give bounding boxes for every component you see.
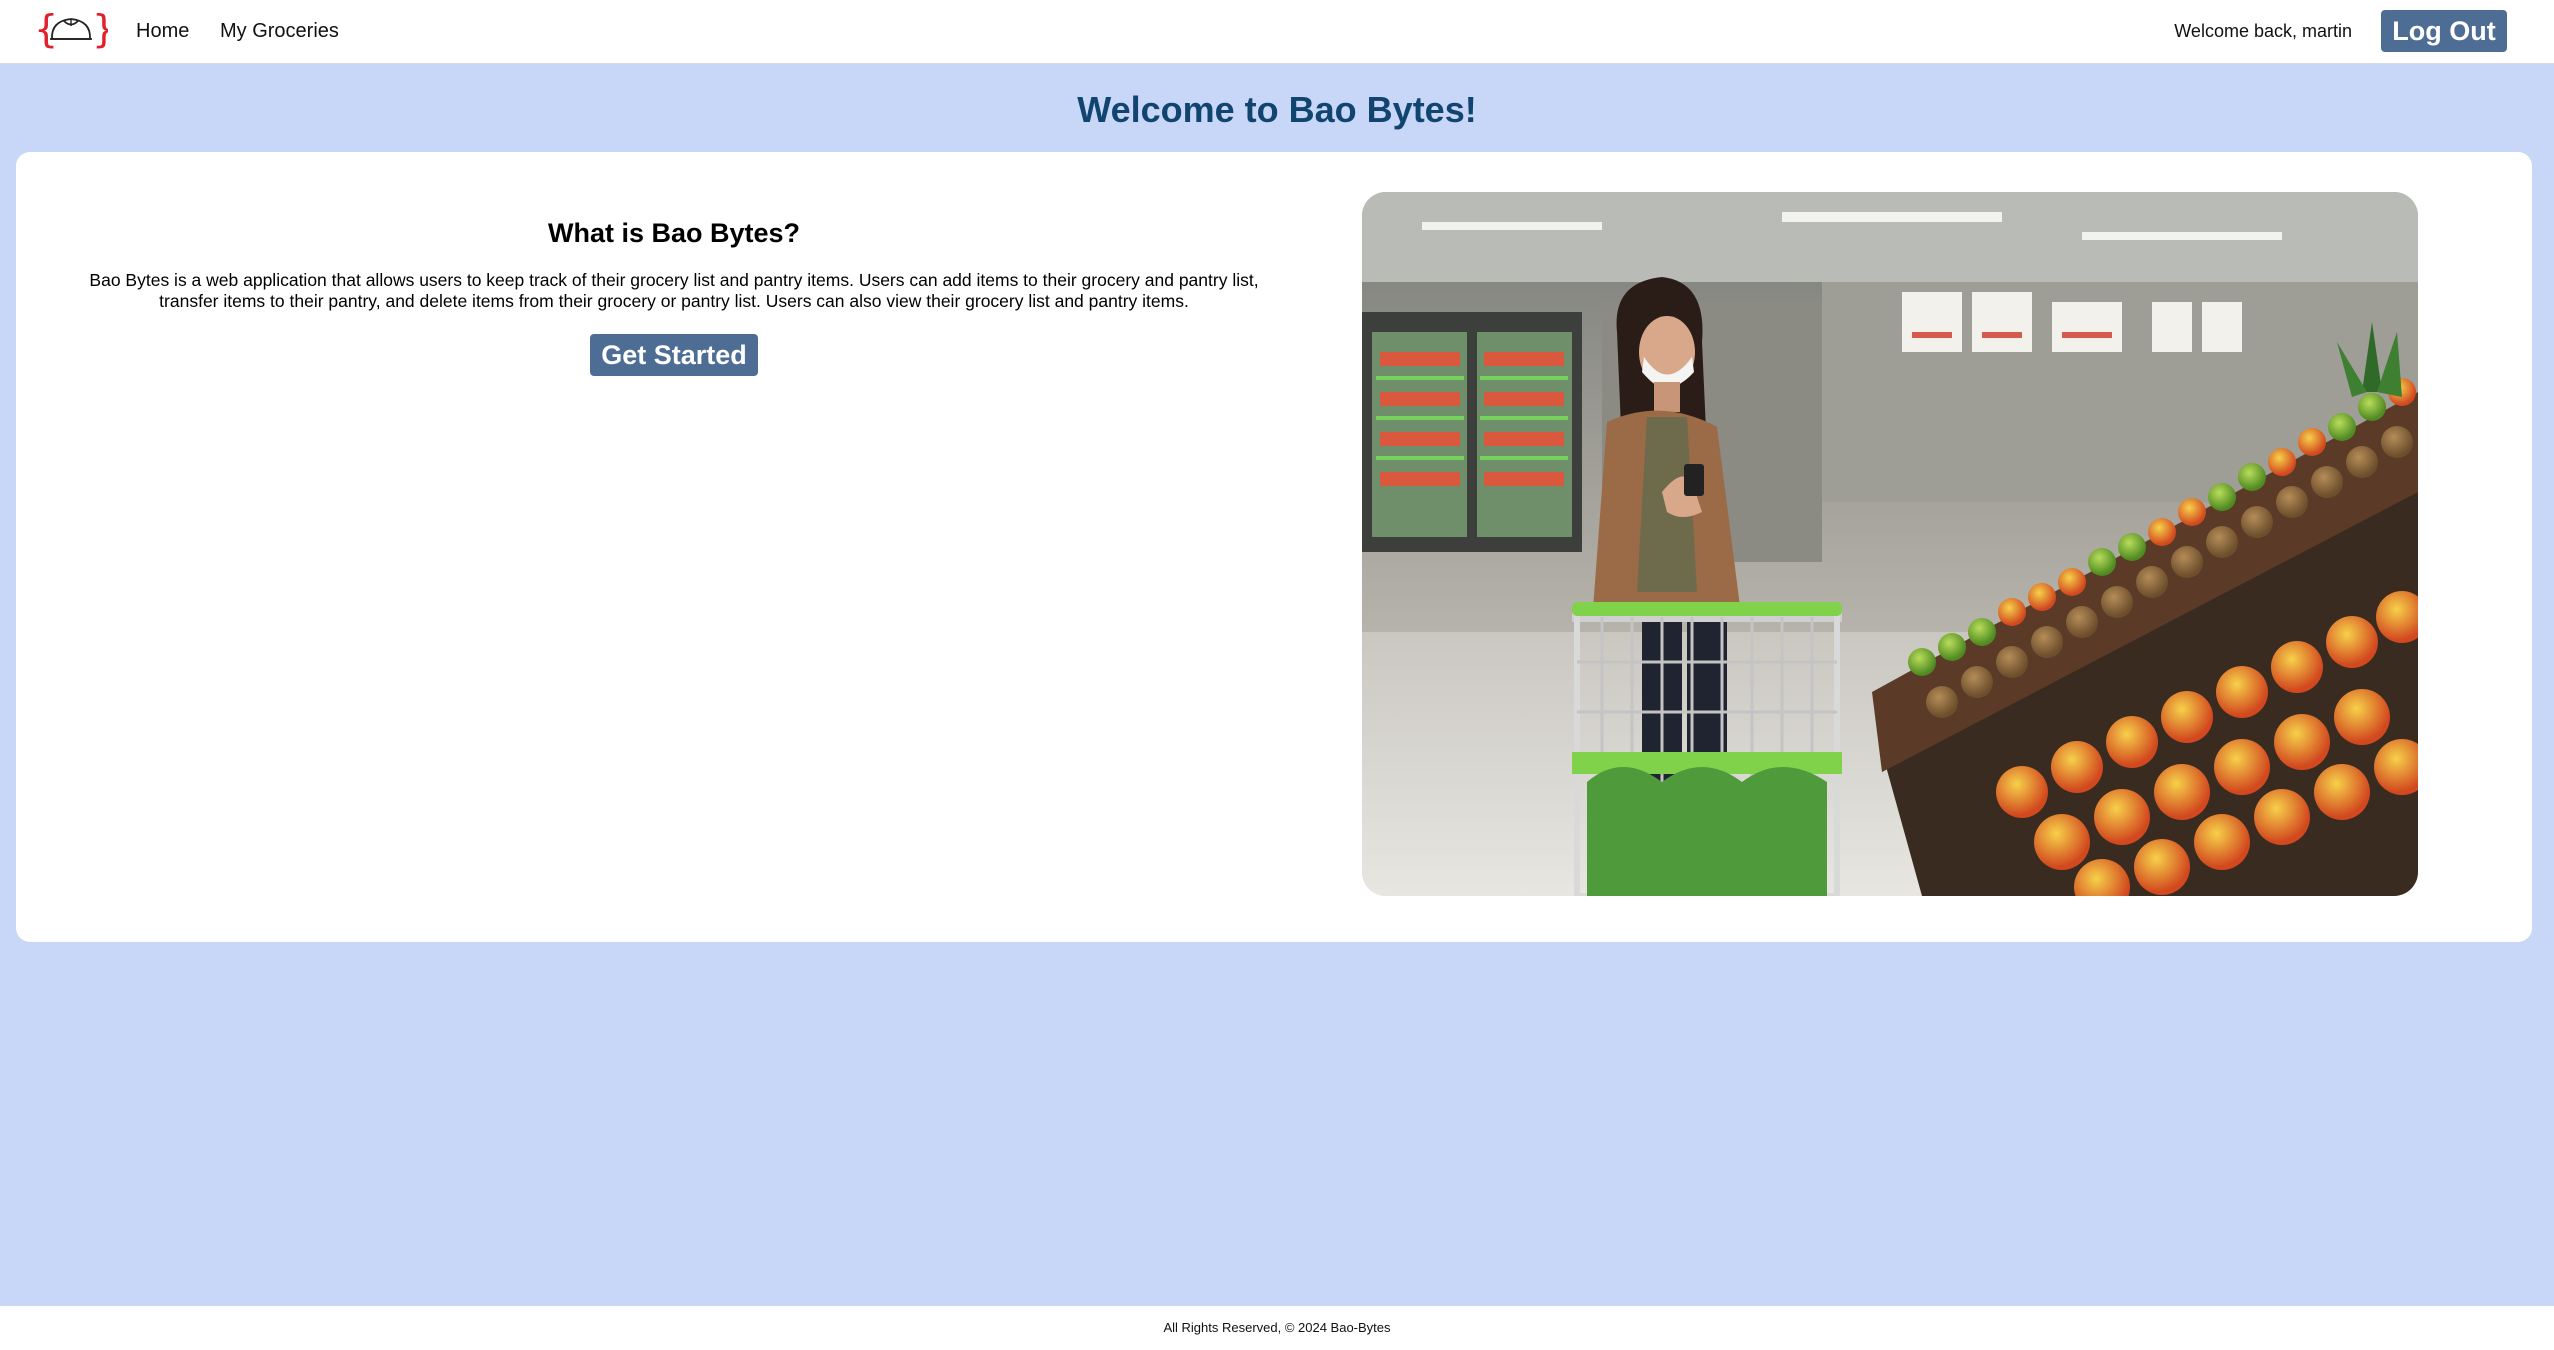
grocery-store-illustration — [1362, 192, 2418, 896]
about-description: Bao Bytes is a web application that allo… — [89, 270, 1259, 311]
intro-card: What is Bao Bytes? Bao Bytes is a web ap… — [16, 152, 2532, 942]
svg-text:}: } — [92, 7, 108, 51]
about-heading: What is Bao Bytes? — [547, 218, 801, 248]
grocery-shopper-photo — [1362, 192, 2418, 896]
welcome-message: Welcome back, martin — [2174, 21, 2352, 41]
page-title: Welcome to Bao Bytes! — [1077, 89, 1477, 130]
nav-link-my-groceries[interactable]: My Groceries — [220, 16, 339, 46]
nav-link-home[interactable]: Home — [136, 16, 189, 46]
top-navbar: { } Home My Groceries Welcome back, mart… — [0, 0, 2554, 64]
footer-copyright: All Rights Reserved, © 2024 Bao-Bytes — [1163, 1320, 1391, 1335]
about-section: What is Bao Bytes? Bao Bytes is a web ap… — [68, 214, 1280, 376]
logout-button[interactable]: Log Out — [2381, 10, 2507, 52]
page-footer: All Rights Reserved, © 2024 Bao-Bytes — [0, 1306, 2554, 1350]
bao-bun-logo-icon[interactable]: { } — [34, 6, 108, 52]
get-started-button[interactable]: Get Started — [590, 334, 758, 376]
